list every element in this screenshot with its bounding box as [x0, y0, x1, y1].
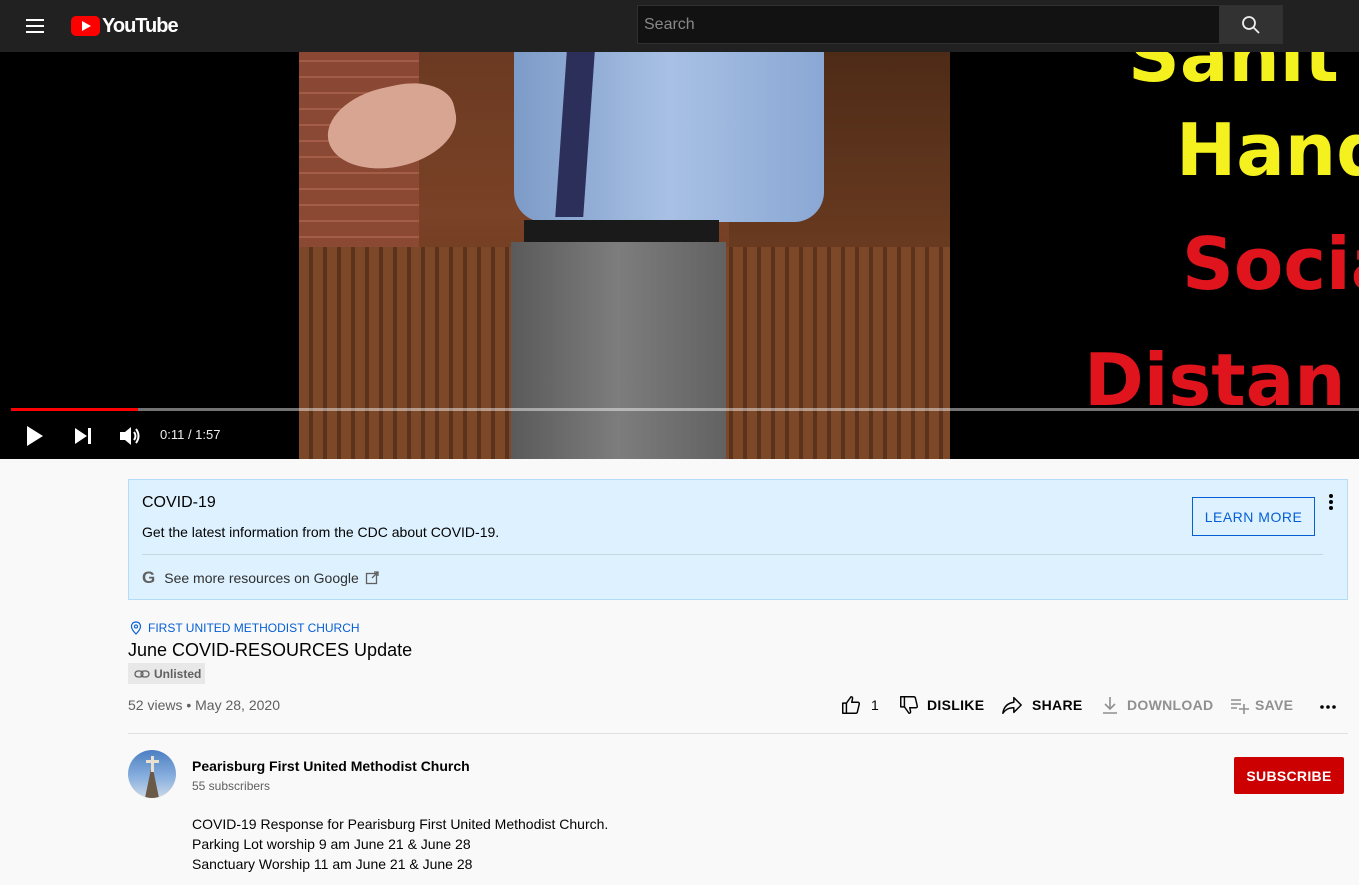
video-description: COVID-19 Response for Pearisburg First U… — [192, 814, 608, 874]
save-label: SAVE — [1255, 697, 1294, 713]
more-options-icon[interactable] — [1325, 493, 1337, 511]
google-resources-link[interactable]: G See more resources on Google — [142, 568, 379, 588]
play-logo-icon — [71, 16, 100, 36]
google-link-label: See more resources on Google — [164, 570, 359, 586]
like-button[interactable]: 1 — [840, 694, 879, 716]
menu-icon[interactable] — [18, 14, 52, 38]
next-icon — [75, 428, 91, 444]
search-input[interactable]: Search — [637, 5, 1220, 44]
more-actions-button[interactable] — [1320, 704, 1336, 710]
description-line: COVID-19 Response for Pearisburg First U… — [192, 816, 609, 832]
slide-line-2: Hand — [1176, 108, 1359, 192]
download-icon — [1103, 697, 1117, 714]
google-icon: G — [142, 568, 156, 587]
share-icon — [1002, 696, 1022, 714]
slide-line-1: Sanit — [1128, 52, 1339, 98]
section-divider — [128, 733, 1348, 734]
video-player[interactable]: Sanit Hand Socia Distan 0:11 / 1:57 — [0, 52, 1359, 459]
time-display: 0:11 / 1:57 — [160, 427, 221, 442]
youtube-logo[interactable]: YouTube — [71, 14, 179, 38]
share-button[interactable]: SHARE — [1001, 694, 1083, 716]
progress-bar[interactable] — [11, 408, 1359, 411]
channel-avatar[interactable] — [128, 750, 176, 798]
notice-subtitle: Get the latest information from the CDC … — [142, 524, 500, 540]
view-count-date: 52 views • May 28, 2020 — [128, 697, 280, 713]
download-button[interactable]: DOWNLOAD — [1100, 694, 1213, 716]
notice-divider — [142, 554, 1323, 555]
location-pin-icon — [130, 621, 142, 635]
link-icon — [134, 669, 150, 678]
play-icon — [27, 426, 43, 446]
thumbs-up-icon — [842, 696, 861, 714]
location-link[interactable]: FIRST UNITED METHODIST CHURCH — [130, 621, 360, 635]
share-label: SHARE — [1032, 697, 1083, 713]
subscribe-button[interactable]: SUBSCRIBE — [1234, 757, 1344, 794]
more-horizontal-icon — [1320, 705, 1336, 709]
dislike-button[interactable]: DISLIKE — [898, 694, 984, 716]
unlisted-badge: Unlisted — [128, 663, 206, 684]
covid-info-panel: COVID-19 Get the latest information from… — [128, 479, 1348, 600]
progress-fill — [11, 408, 138, 411]
unlisted-label: Unlisted — [154, 666, 202, 681]
location-label: FIRST UNITED METHODIST CHURCH — [148, 621, 360, 635]
play-button[interactable] — [24, 424, 46, 448]
slide-line-3: Socia — [1182, 222, 1359, 306]
description-line: Parking Lot worship 9 am June 21 & June … — [192, 836, 471, 852]
search-button[interactable] — [1219, 5, 1283, 44]
video-title: June COVID-RESOURCES Update — [128, 640, 413, 660]
next-button[interactable] — [72, 426, 94, 446]
learn-more-button[interactable]: LEARN MORE — [1192, 497, 1315, 536]
logo-text: YouTube — [102, 14, 179, 37]
video-frame — [299, 52, 950, 459]
masthead: YouTube Search — [0, 0, 1359, 52]
external-link-icon — [365, 571, 379, 585]
thumbs-down-icon — [900, 696, 919, 714]
save-button[interactable]: SAVE — [1229, 694, 1293, 716]
subscriber-count: 55 subscribers — [192, 779, 271, 793]
playlist-add-icon — [1231, 699, 1249, 714]
description-line: Sanctuary Worship 11 am June 21 & June 2… — [192, 856, 473, 872]
channel-name[interactable]: Pearisburg First United Methodist Church — [192, 758, 470, 774]
like-count: 1 — [871, 697, 880, 713]
dislike-label: DISLIKE — [927, 697, 985, 713]
download-label: DOWNLOAD — [1127, 697, 1214, 713]
search-icon — [1242, 15, 1260, 34]
notice-title: COVID-19 — [142, 494, 216, 511]
volume-icon — [120, 427, 140, 445]
volume-button[interactable] — [118, 425, 142, 447]
